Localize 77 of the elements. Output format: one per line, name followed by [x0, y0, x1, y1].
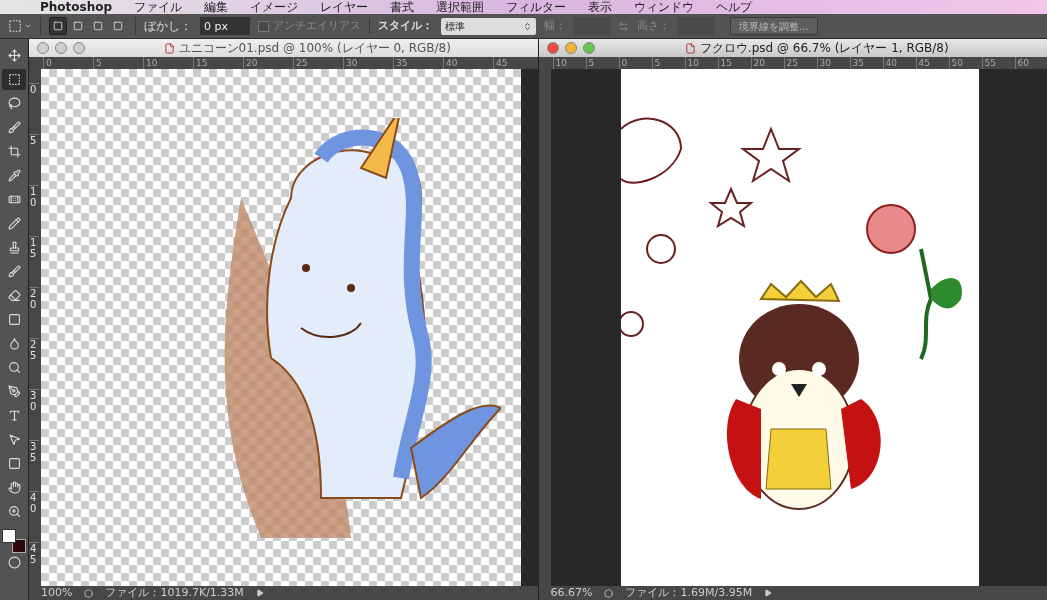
zoom-level: 100%	[41, 586, 73, 600]
file-info: ファイル：1.69M/3.95M	[625, 586, 753, 600]
menu-item[interactable]: フィルター	[506, 0, 567, 14]
menu-item[interactable]: 表示	[588, 0, 613, 14]
menu-item[interactable]: 編集	[204, 0, 229, 14]
menu-item[interactable]: ファイル	[134, 0, 183, 14]
file-info: ファイル：1019.7K/1.33M	[105, 586, 244, 600]
letter-t-icon	[7, 409, 21, 422]
tool-preset-picker[interactable]	[8, 19, 32, 33]
ruler-label: 35	[29, 440, 39, 491]
menu-item[interactable]: レイヤー	[320, 0, 369, 14]
menu-item[interactable]: 書式	[390, 0, 415, 14]
crop-icon	[7, 145, 21, 158]
window-title: フクロウ.psd @ 66.7% (レイヤー 1, RGB/8)	[699, 40, 949, 57]
brush-icon	[7, 265, 21, 278]
ruler-label: 40	[29, 491, 39, 542]
up-down-arrows-icon	[523, 21, 532, 31]
color-swatches[interactable]	[2, 529, 26, 553]
pencil-icon	[7, 217, 21, 230]
menu-item[interactable]: イメージ	[250, 0, 299, 14]
menu-item[interactable]: ウィンドウ	[634, 0, 695, 14]
square-icon	[7, 313, 21, 326]
zoom-button[interactable]	[73, 42, 85, 54]
menu-item[interactable]: ヘルプ	[716, 0, 753, 14]
move-arrows-icon	[7, 49, 21, 62]
style-label: スタイル：	[369, 17, 433, 35]
square-icon	[113, 21, 123, 31]
ruler-label: 25	[29, 338, 39, 389]
close-button[interactable]	[546, 42, 559, 54]
eyedropper-icon	[7, 169, 21, 182]
status-menu-icon[interactable]	[255, 589, 264, 597]
square-icon	[53, 21, 63, 31]
eraser-icon	[7, 289, 21, 302]
magnifier-icon	[7, 361, 21, 374]
minimize-button[interactable]	[564, 42, 577, 54]
marquee-tool-button[interactable]	[2, 69, 26, 90]
bandage-icon	[7, 193, 21, 206]
style-dropdown[interactable]: 標準	[441, 17, 536, 35]
ruler-label: 0	[29, 83, 39, 134]
feather-field[interactable]: 0 px	[200, 17, 250, 35]
pointer-icon	[7, 433, 21, 446]
minimize-button[interactable]	[55, 42, 67, 54]
close-button[interactable]	[37, 42, 49, 54]
app-menu[interactable]: Photoshop	[40, 0, 113, 14]
document-icon	[163, 42, 175, 54]
foreground-color-swatch[interactable]	[2, 529, 16, 543]
ruler-label: 20	[29, 287, 39, 338]
brush-icon	[7, 121, 21, 134]
square-icon	[73, 21, 83, 31]
window-title: ユニコーン01.psd @ 100% (レイヤー 0, RGB/8)	[178, 40, 451, 57]
dashed-rectangle-icon	[7, 73, 21, 86]
hand-icon	[7, 481, 21, 494]
status-icon[interactable]	[84, 588, 94, 598]
quick-mask-icon[interactable]	[7, 556, 21, 569]
ruler-label: 30	[29, 389, 39, 440]
zoom-level: 66.67%	[550, 586, 593, 600]
zoom-in-icon	[7, 505, 21, 518]
refine-edge-button[interactable]: 境界線を調整...	[730, 17, 818, 35]
document-icon	[684, 42, 696, 54]
ruler-label: 15	[29, 236, 39, 287]
rectangle-icon	[7, 457, 21, 470]
square-icon	[93, 21, 103, 31]
caret-icon	[24, 22, 32, 30]
zoom-button[interactable]	[582, 42, 595, 54]
ruler-label: 5	[29, 134, 39, 185]
stamp-icon	[7, 241, 21, 254]
selection-mode-button[interactable]	[49, 17, 67, 35]
ruler-label: 10	[29, 185, 39, 236]
dashed-rectangle-icon	[8, 19, 22, 33]
pen-nib-icon	[7, 385, 21, 398]
menu-item[interactable]: 選択範囲	[436, 0, 485, 14]
lasso-icon	[7, 97, 21, 110]
droplet-icon	[7, 337, 21, 350]
status-icon[interactable]	[604, 588, 614, 598]
status-menu-icon[interactable]	[764, 589, 773, 597]
feather-label: ぼかし：	[135, 17, 192, 35]
background-color-swatch[interactable]	[12, 539, 26, 553]
